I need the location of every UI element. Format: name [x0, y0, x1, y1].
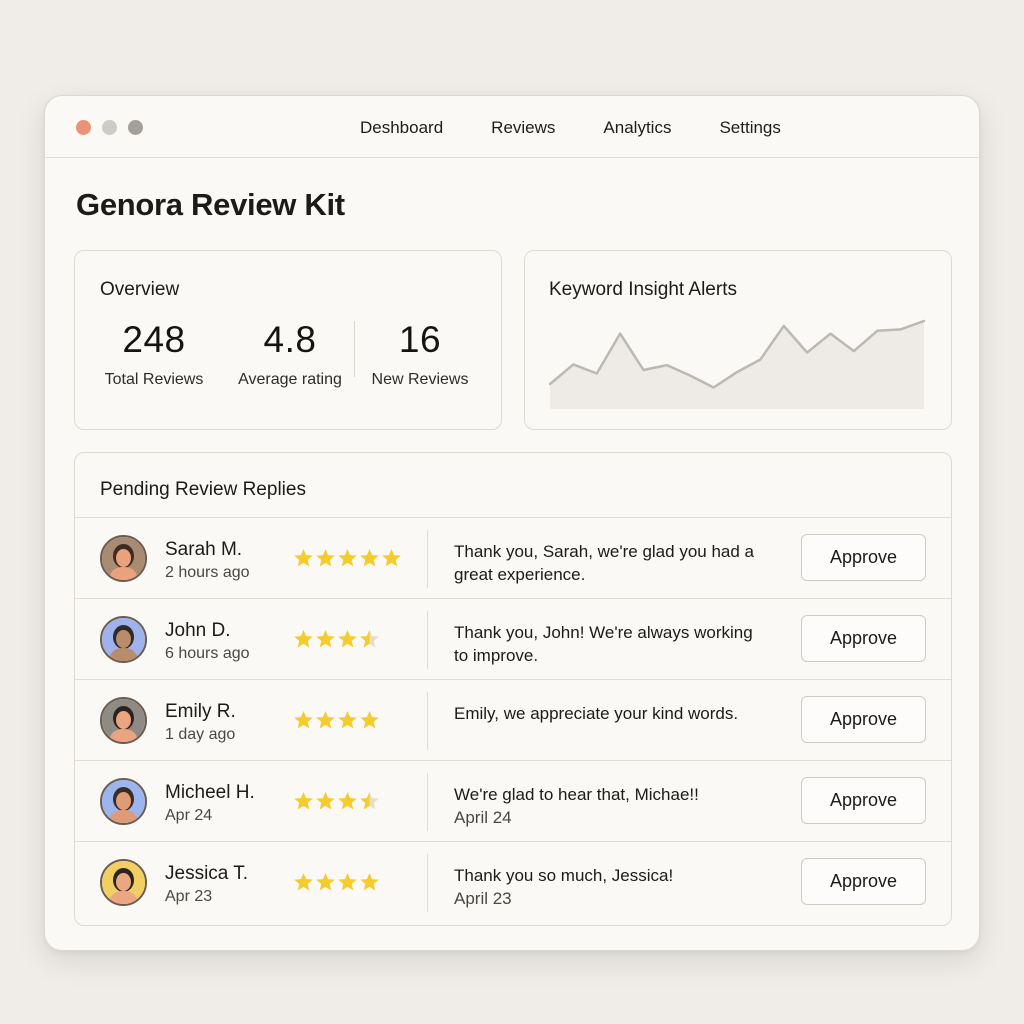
review-time: Apr 23	[165, 888, 213, 905]
keyword-trend-sparkline	[549, 319, 926, 409]
stat-divider	[354, 321, 355, 377]
window-controls	[76, 120, 143, 135]
reply-date: April 23	[454, 889, 512, 908]
reviewer-name: Micheel H.	[165, 782, 255, 803]
reply-draft: Thank you so much, Jessica! April 23	[454, 864, 754, 910]
app-window: Deshboard Reviews Analytics Settings Gen…	[44, 95, 980, 951]
insights-title: Keyword Insight Alerts	[549, 279, 737, 300]
review-time: 6 hours ago	[165, 645, 250, 662]
column-divider	[427, 692, 428, 750]
star-icon	[316, 711, 335, 729]
avatar	[100, 859, 147, 906]
star-rating	[293, 872, 380, 892]
star-icon	[338, 630, 357, 648]
star-icon	[294, 711, 313, 729]
half-star-icon	[360, 792, 379, 810]
stat-average-rating: 4.8 Average rating	[233, 319, 347, 389]
reviewer-name: Jessica T.	[165, 863, 249, 884]
top-nav: Deshboard Reviews Analytics Settings	[360, 118, 781, 138]
page-title: Genora Review Kit	[76, 187, 345, 222]
reviewer-name: Sarah M.	[165, 539, 243, 560]
stat-new-reviews: 16 New Reviews	[367, 319, 473, 389]
stat-total-reviews: 248 Total Reviews	[100, 319, 208, 389]
star-icon	[294, 873, 313, 891]
star-icon	[294, 630, 313, 648]
stat-value: 248	[122, 319, 186, 360]
star-rating	[293, 710, 380, 730]
review-row: Emily R. 1 day ago Emily, we appreciate …	[75, 679, 951, 760]
close-window-button[interactable]	[76, 120, 91, 135]
star-icon	[338, 792, 357, 810]
avatar	[100, 616, 147, 663]
star-rating	[293, 629, 380, 649]
reply-text: Emily, we appreciate your kind words.	[454, 704, 739, 723]
reply-draft: Emily, we appreciate your kind words.	[454, 702, 754, 725]
star-icon	[338, 711, 357, 729]
column-divider	[427, 773, 428, 831]
nav-reviews[interactable]: Reviews	[491, 118, 555, 138]
star-icon	[382, 549, 401, 567]
column-divider	[427, 611, 428, 669]
title-bar: Deshboard Reviews Analytics Settings	[45, 96, 979, 158]
star-icon	[360, 873, 379, 891]
review-row: Jessica T. Apr 23 Thank you so much, Jes…	[75, 841, 951, 922]
maximize-window-button[interactable]	[128, 120, 143, 135]
overview-card: Overview 248 Total Reviews 4.8 Average r…	[74, 250, 502, 430]
reply-draft: Thank you, John! We're always working to…	[454, 621, 754, 667]
nav-dashboard[interactable]: Deshboard	[360, 118, 443, 138]
star-icon	[316, 792, 335, 810]
avatar	[100, 778, 147, 825]
reply-date: April 24	[454, 808, 512, 827]
column-divider	[427, 854, 428, 912]
sparkline-area	[550, 321, 924, 409]
pending-title: Pending Review Replies	[100, 479, 306, 500]
star-icon	[316, 549, 335, 567]
star-icon	[338, 873, 357, 891]
approve-button[interactable]: Approve	[801, 615, 926, 662]
reply-text: Thank you, Sarah, we're glad you had a g…	[454, 542, 754, 584]
reply-text: Thank you, John! We're always working to…	[454, 623, 753, 665]
minimize-window-button[interactable]	[102, 120, 117, 135]
star-icon	[316, 873, 335, 891]
keyword-insights-card: Keyword Insight Alerts	[524, 250, 952, 430]
star-icon	[360, 711, 379, 729]
nav-analytics[interactable]: Analytics	[603, 118, 671, 138]
reviewer-name: John D.	[165, 620, 231, 641]
review-list: Sarah M. 2 hours ago Thank you, Sarah, w…	[75, 517, 951, 922]
star-icon	[294, 792, 313, 810]
reply-draft: Thank you, Sarah, we're glad you had a g…	[454, 540, 754, 586]
reply-draft: We're glad to hear that, Michae!! April …	[454, 783, 754, 829]
review-row: Sarah M. 2 hours ago Thank you, Sarah, w…	[75, 517, 951, 598]
reply-text: Thank you so much, Jessica!	[454, 866, 674, 885]
approve-button[interactable]: Approve	[801, 858, 926, 905]
stat-label: Total Reviews	[104, 371, 204, 388]
avatar	[100, 535, 147, 582]
review-time: 1 day ago	[165, 726, 236, 743]
column-divider	[427, 530, 428, 588]
stat-label: Average rating	[238, 371, 342, 388]
half-star-icon	[360, 630, 379, 648]
overview-title: Overview	[100, 279, 180, 300]
review-row: John D. 6 hours ago Thank you, John! We'…	[75, 598, 951, 679]
stat-label: New Reviews	[371, 371, 469, 388]
avatar	[100, 697, 147, 744]
star-icon	[360, 549, 379, 567]
pending-replies-card: Pending Review Replies Sarah M. 2 hours …	[74, 452, 952, 926]
stat-value: 4.8	[263, 319, 317, 360]
star-rating	[293, 548, 402, 568]
nav-settings[interactable]: Settings	[719, 118, 780, 138]
reviewer-name: Emily R.	[165, 701, 236, 722]
review-time: 2 hours ago	[165, 564, 250, 581]
reply-text: We're glad to hear that, Michae!!	[454, 785, 699, 804]
stat-value: 16	[398, 319, 442, 360]
approve-button[interactable]: Approve	[801, 777, 926, 824]
review-time: Apr 24	[165, 807, 213, 824]
star-icon	[338, 549, 357, 567]
star-icon	[294, 549, 313, 567]
star-rating	[293, 791, 380, 811]
approve-button[interactable]: Approve	[801, 534, 926, 581]
approve-button[interactable]: Approve	[801, 696, 926, 743]
star-icon	[316, 630, 335, 648]
review-row: Micheel H. Apr 24 We're glad to hear tha…	[75, 760, 951, 841]
